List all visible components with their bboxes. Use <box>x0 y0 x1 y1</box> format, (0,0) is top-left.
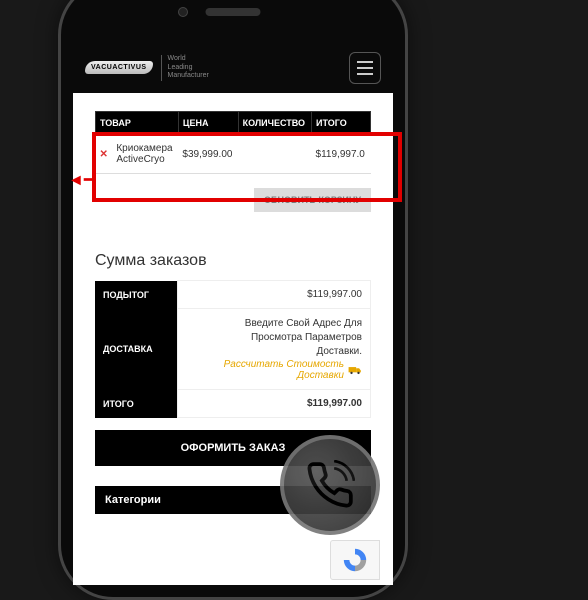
product-name[interactable]: Криокамера ActiveCryo <box>112 135 178 174</box>
phone-speaker <box>206 8 261 16</box>
brand-name: VACUACTIVUS <box>85 61 153 74</box>
calculate-shipping-link[interactable]: Рассчитать Стоимость Доставки <box>224 359 362 381</box>
product-qty <box>238 135 311 174</box>
recaptcha-icon <box>341 546 369 574</box>
hamburger-icon <box>357 61 373 63</box>
col-qty: КОЛИЧЕСТВО <box>238 112 311 135</box>
update-cart-button[interactable]: ОБНОВИТЬ КОРЗИНУ <box>254 188 371 212</box>
annotation-arrow-icon: ◄━ <box>68 170 93 190</box>
subtotal-value: $119,997.00 <box>178 281 371 309</box>
shipping-label: ДОСТАВКА <box>95 309 178 390</box>
product-price: $39,999.00 <box>178 135 238 174</box>
cart-row: ✕ Криокамера ActiveCryo $39,999.00 $119,… <box>96 135 371 174</box>
phone-icon <box>305 460 355 510</box>
shipping-text: Введите Свой Адрес Для Просмотра Парамет… <box>186 317 362 359</box>
phone-camera <box>178 7 188 17</box>
col-total: ИТОГО <box>312 112 371 135</box>
app-header: VACUACTIVUS World Leading Manufacturer <box>73 43 393 93</box>
brand-logo[interactable]: VACUACTIVUS World Leading Manufacturer <box>85 55 209 80</box>
brand-tagline: World Leading Manufacturer <box>161 55 209 80</box>
col-price: ЦЕНА <box>178 112 238 135</box>
recaptcha-badge[interactable] <box>330 540 380 580</box>
grand-total-value: $119,997.00 <box>178 390 371 418</box>
order-summary-title: Сумма заказов <box>95 212 371 270</box>
cart-table: ТОВАР ЦЕНА КОЛИЧЕСТВО ИТОГО ✕ Криокамера… <box>95 111 371 174</box>
subtotal-label: ПОДЫТОГ <box>95 281 178 309</box>
call-button[interactable] <box>280 435 380 535</box>
product-total: $119,997.0 <box>312 135 371 174</box>
grand-total-label: ИТОГО <box>95 390 178 418</box>
truck-icon <box>348 365 362 375</box>
col-product: ТОВАР <box>96 112 179 135</box>
menu-button[interactable] <box>349 52 381 84</box>
totals-table: ПОДЫТОГ $119,997.00 ДОСТАВКА Введите Сво… <box>95 280 371 418</box>
remove-item-button[interactable]: ✕ <box>100 149 108 160</box>
